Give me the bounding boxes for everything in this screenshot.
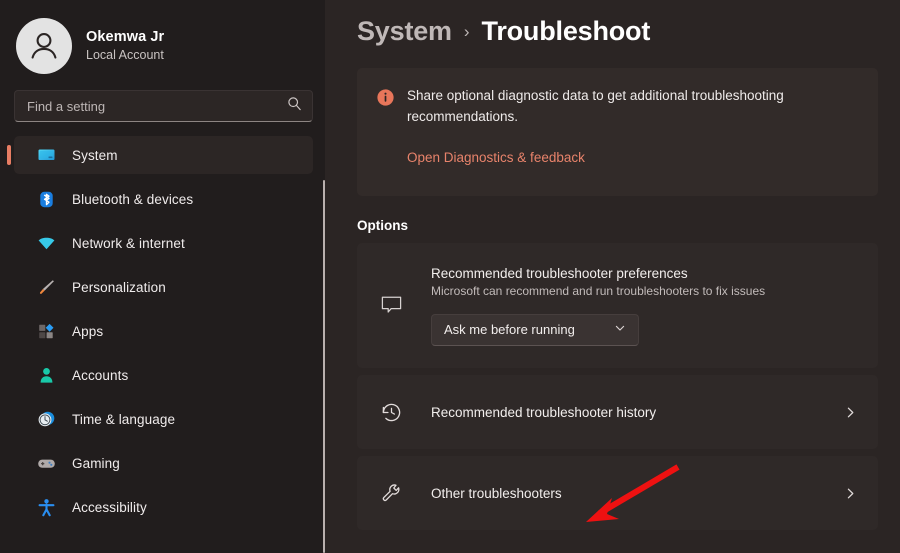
sidebar-item-time-language[interactable]: Time & language bbox=[14, 400, 313, 438]
apps-grid-icon bbox=[36, 321, 56, 341]
card-title: Recommended troubleshooter preferences bbox=[431, 265, 688, 281]
sidebar-item-personalization[interactable]: Personalization bbox=[14, 268, 313, 306]
info-circle-icon bbox=[377, 89, 395, 178]
clock-icon bbox=[36, 409, 56, 429]
recommended-troubleshooter-preferences-card: Recommended troubleshooter preferences M… bbox=[357, 243, 878, 368]
recommended-troubleshooter-history-row[interactable]: Recommended troubleshooter history bbox=[357, 375, 878, 449]
account-name: Okemwa Jr bbox=[86, 29, 165, 46]
sidebar-item-accounts[interactable]: Accounts bbox=[14, 356, 313, 394]
account-subtitle: Local Account bbox=[86, 48, 164, 63]
sidebar-item-label: Apps bbox=[72, 323, 104, 339]
options-section-label: Options bbox=[357, 218, 408, 233]
chevron-right-icon: › bbox=[463, 22, 470, 41]
monitor-icon bbox=[36, 145, 56, 165]
sidebar-item-apps[interactable]: Apps bbox=[14, 312, 313, 350]
bluetooth-icon bbox=[36, 189, 56, 209]
card-subtitle: Microsoft can recommend and run troubles… bbox=[431, 283, 766, 298]
accessibility-icon bbox=[36, 497, 56, 517]
sidebar: Okemwa Jr Local Account Find a setting S… bbox=[0, 0, 327, 553]
sidebar-item-label: System bbox=[72, 147, 118, 163]
person-avatar-icon bbox=[31, 33, 57, 59]
card-title: Recommended troubleshooter history bbox=[431, 404, 657, 420]
diagnostic-banner: Share optional diagnostic data to get ad… bbox=[357, 68, 878, 196]
sidebar-item-label: Gaming bbox=[72, 455, 120, 471]
history-clock-icon bbox=[377, 401, 405, 424]
sidebar-item-label: Bluetooth & devices bbox=[72, 191, 194, 207]
sidebar-item-label: Time & language bbox=[72, 411, 176, 427]
person-icon bbox=[36, 365, 56, 385]
troubleshooter-preference-dropdown[interactable]: Ask me before running bbox=[431, 313, 639, 346]
other-troubleshooters-row[interactable]: Other troubleshooters bbox=[357, 456, 878, 530]
search-icon[interactable] bbox=[287, 96, 302, 116]
search-container: Find a setting bbox=[0, 76, 325, 122]
gamepad-icon bbox=[36, 453, 56, 473]
avatar bbox=[16, 18, 72, 74]
open-diagnostics-feedback-link[interactable]: Open Diagnostics & feedback bbox=[407, 150, 585, 165]
dropdown-value: Ask me before running bbox=[444, 322, 575, 337]
sidebar-item-label: Network & internet bbox=[72, 235, 185, 251]
sidebar-item-gaming[interactable]: Gaming bbox=[14, 444, 313, 482]
wrench-icon bbox=[377, 482, 405, 505]
sidebar-item-network-internet[interactable]: Network & internet bbox=[14, 224, 313, 262]
sidebar-item-label: Accounts bbox=[72, 367, 129, 383]
sidebar-item-accessibility[interactable]: Accessibility bbox=[14, 488, 313, 526]
sidebar-item-bluetooth-devices[interactable]: Bluetooth & devices bbox=[14, 180, 313, 218]
breadcrumb-parent[interactable]: System bbox=[357, 16, 452, 47]
search-input[interactable]: Find a setting bbox=[14, 90, 313, 122]
speech-bubble-icon bbox=[377, 294, 405, 317]
sidebar-nav: System Bluetooth & devices Network & int… bbox=[0, 136, 325, 526]
chevron-down-icon bbox=[614, 322, 626, 337]
page-title: Troubleshoot bbox=[481, 15, 651, 46]
chevron-right-icon bbox=[842, 406, 858, 419]
sidebar-item-label: Accessibility bbox=[72, 499, 147, 515]
sidebar-item-system[interactable]: System bbox=[7, 136, 313, 174]
search-placeholder: Find a setting bbox=[27, 98, 106, 114]
card-title: Other troubleshooters bbox=[431, 485, 562, 501]
settings-window: Okemwa Jr Local Account Find a setting S… bbox=[0, 0, 900, 553]
paintbrush-icon bbox=[36, 277, 56, 297]
wifi-icon bbox=[36, 233, 56, 253]
chevron-right-icon bbox=[842, 487, 858, 500]
breadcrumb: System › Troubleshoot bbox=[357, 0, 878, 48]
main-content: System › Troubleshoot Share optional dia… bbox=[325, 0, 900, 553]
account-header[interactable]: Okemwa Jr Local Account bbox=[0, 0, 325, 76]
sidebar-item-label: Personalization bbox=[72, 279, 166, 295]
banner-message: Share optional diagnostic data to get ad… bbox=[407, 88, 784, 124]
